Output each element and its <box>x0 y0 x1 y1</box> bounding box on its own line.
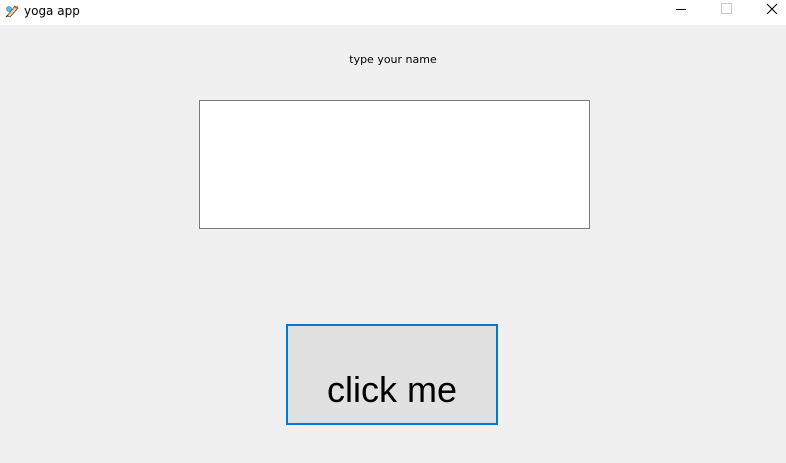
close-button[interactable] <box>748 0 786 25</box>
minimize-icon <box>676 9 686 10</box>
title-bar[interactable]: yoga app <box>0 0 786 25</box>
close-icon <box>766 3 778 15</box>
feather-pen-icon <box>4 3 20 19</box>
maximize-button[interactable] <box>703 0 749 25</box>
window-title: yoga app <box>24 4 80 18</box>
maximize-icon <box>721 3 732 14</box>
minimize-button[interactable] <box>657 0 703 25</box>
click-me-button[interactable]: click me <box>286 324 498 425</box>
name-input[interactable] <box>199 100 590 229</box>
click-me-button-label: click me <box>326 368 457 410</box>
name-label: type your name <box>349 53 437 66</box>
